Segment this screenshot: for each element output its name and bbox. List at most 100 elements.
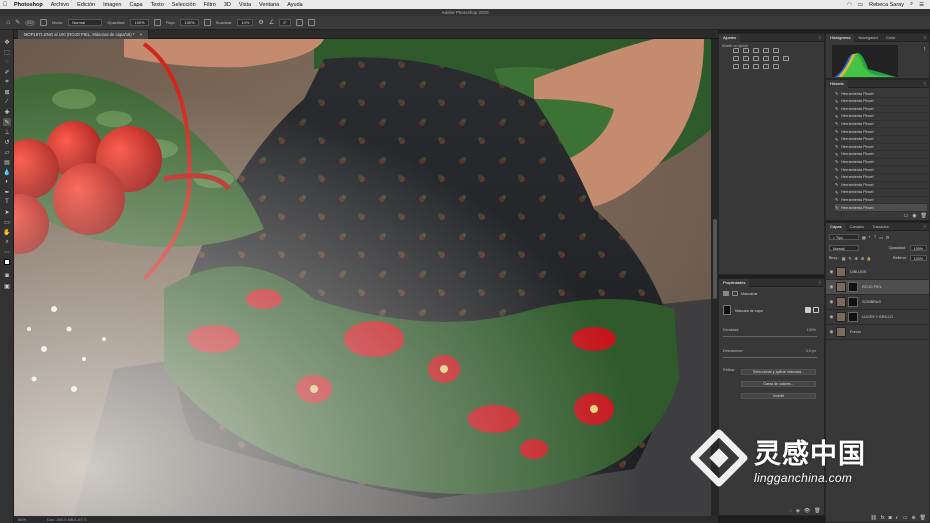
color-lookup-icon[interactable] [783, 56, 789, 61]
close-icon[interactable]: × [140, 32, 142, 37]
frame-tool-icon[interactable]: ⊠ [3, 88, 11, 96]
lasso-tool-icon[interactable]: ◌ [3, 58, 11, 66]
zoom-level[interactable]: 66% [18, 517, 26, 522]
mode-select[interactable]: Normal [68, 19, 103, 26]
gear-icon[interactable]: ⚙ [258, 19, 263, 26]
layer-name[interactable]: ROJO PIEL [862, 285, 882, 289]
menu-app-name[interactable]: Photoshop [10, 2, 47, 8]
trash-icon[interactable]: 🗑 [814, 508, 820, 514]
scrollbar-thumb[interactable] [712, 219, 717, 299]
menu-seleccion[interactable]: Selección [168, 2, 200, 8]
new-layer-icon[interactable]: ⊕ [911, 515, 915, 521]
crop-tool-icon[interactable]: ⌗ [3, 78, 11, 86]
brightness-icon[interactable] [733, 48, 739, 53]
group-icon[interactable]: ▭ [903, 515, 908, 521]
menu-texto[interactable]: Texto [147, 2, 168, 8]
lock-move-icon[interactable]: ✥ [855, 256, 858, 261]
brush-panel-icon[interactable] [40, 19, 48, 26]
panel-menu-icon[interactable]: ≡ [924, 81, 929, 86]
lock-pixels-icon[interactable]: ▦ [842, 256, 846, 261]
healing-tool-icon[interactable]: ✚ [3, 108, 11, 116]
menu-imagen[interactable]: Imagen [99, 2, 125, 8]
layer-opacity-field[interactable]: 100% [909, 245, 927, 251]
feather-slider[interactable] [723, 357, 817, 358]
dodge-tool-icon[interactable]: ◐ [3, 178, 11, 186]
menu-edicion[interactable]: Edición [73, 2, 99, 8]
layer-row[interactable]: ◉ Fondo [826, 325, 929, 340]
panel-menu-icon[interactable]: ≡ [924, 224, 929, 229]
eyedropper-tool-icon[interactable]: ⁄ [3, 98, 11, 106]
user-name[interactable]: Rebeca Saray [869, 2, 904, 8]
menu-ayuda[interactable]: Ayuda [283, 2, 307, 8]
panel-menu-icon[interactable]: ≡ [819, 35, 824, 40]
pressure-size-icon[interactable] [296, 19, 304, 26]
airbrush-icon[interactable] [203, 19, 211, 26]
gradient-map-icon[interactable] [773, 64, 779, 69]
posterize-icon[interactable] [743, 64, 749, 69]
type-tool-icon[interactable]: T [3, 198, 11, 206]
adjustment-layer-icon[interactable]: ◐ [896, 515, 899, 521]
tab-layers[interactable]: Capas [826, 222, 846, 231]
layer-name[interactable]: Fondo [850, 330, 861, 334]
vector-add-icon[interactable] [813, 307, 819, 313]
color-balance-icon[interactable] [743, 56, 749, 61]
select-mask-icon[interactable] [805, 307, 811, 313]
more-tools-icon[interactable]: ⋯ [3, 248, 11, 256]
foreground-color-swatch[interactable] [3, 258, 11, 266]
layer-thumbnail[interactable] [836, 327, 846, 337]
opacity-field[interactable]: 100% [130, 19, 149, 26]
zoom-tool-icon[interactable]: ⌕ [3, 238, 11, 246]
visibility-eye-icon[interactable]: ◉ [829, 269, 834, 275]
feather-value[interactable]: 0,0 px [806, 349, 816, 353]
brush-tool-icon[interactable]: ✎ [15, 19, 20, 26]
pressure-opacity-icon[interactable] [153, 19, 161, 26]
battery-icon[interactable]: ▭ [858, 2, 863, 8]
tab-history[interactable]: Historia [826, 79, 848, 88]
layer-row[interactable]: ◉ SOMBRAS [826, 295, 929, 310]
hand-tool-icon[interactable]: ✋ [3, 228, 11, 236]
layer-name[interactable]: SOMBRAS [862, 300, 881, 304]
tab-channels[interactable]: Canales [846, 223, 869, 231]
menu-capa[interactable]: Capa [125, 2, 146, 8]
layer-mask-thumbnail[interactable] [848, 282, 858, 292]
marquee-tool-icon[interactable]: ⬚ [3, 48, 11, 56]
symmetry-icon[interactable] [308, 19, 316, 26]
lock-paint-icon[interactable]: ✎ [848, 256, 851, 261]
filter-adjust-icon[interactable]: ◐ [869, 235, 871, 239]
threshold-icon[interactable] [753, 64, 759, 69]
black-white-icon[interactable] [753, 56, 759, 61]
angle-field[interactable]: 0° [279, 19, 292, 26]
tab-paths[interactable]: Trazados [868, 223, 893, 231]
menu-ventana[interactable]: Ventana [255, 2, 283, 8]
channel-mixer-icon[interactable] [773, 56, 779, 61]
new-document-icon[interactable]: ▭ [904, 213, 909, 219]
density-slider[interactable] [723, 336, 817, 337]
layer-thumbnail[interactable] [836, 267, 846, 277]
layer-thumbnail[interactable] [836, 282, 846, 292]
load-selection-icon[interactable]: ◌ [789, 508, 792, 514]
filter-smart-icon[interactable]: ⊡ [886, 235, 889, 240]
invert-button[interactable]: Invertir [741, 393, 816, 399]
blend-mode-select[interactable]: Normal [829, 245, 859, 251]
layer-name[interactable]: DIBUJOS [850, 270, 866, 274]
levels-icon[interactable] [743, 48, 749, 53]
histogram-warning-icon[interactable]: ! [924, 47, 925, 53]
tab-properties[interactable]: Propiedades [719, 278, 750, 287]
photo-filter-icon[interactable] [763, 56, 769, 61]
vector-mask-icon[interactable] [732, 291, 738, 296]
lock-all-icon[interactable]: 🔒 [867, 256, 872, 261]
path-select-tool-icon[interactable]: ➤ [3, 208, 11, 216]
angle-icon[interactable]: ∠ [269, 19, 274, 26]
link-icon[interactable]: ⛓ [870, 515, 876, 521]
smoothing-field[interactable]: 10% [237, 19, 254, 26]
layer-thumbnail[interactable] [836, 297, 846, 307]
layer-mask-thumbnail[interactable] [848, 312, 858, 322]
apply-mask-icon[interactable]: ◈ [796, 508, 800, 514]
move-tool-icon[interactable]: ✥ [3, 38, 11, 46]
quick-select-tool-icon[interactable]: ✐ [3, 68, 11, 76]
pixel-mask-icon[interactable] [723, 291, 729, 296]
history-item[interactable]: ✎ Herramienta Pincel [835, 204, 927, 212]
screen-mode-icon[interactable]: ▣ [3, 282, 11, 290]
tab-histogram[interactable]: Histograma [826, 33, 855, 42]
trash-icon[interactable]: 🗑 [921, 213, 927, 219]
